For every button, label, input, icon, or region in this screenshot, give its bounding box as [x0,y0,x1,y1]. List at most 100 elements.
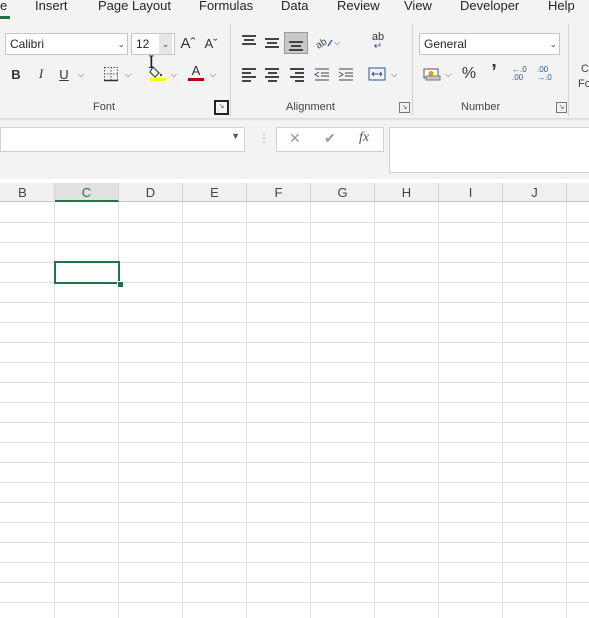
font-name-combo[interactable]: Calibri ⌄ [5,33,128,55]
svg-text:ab: ab [314,36,329,50]
italic-button[interactable]: I [29,63,53,85]
group-divider [412,24,413,116]
gridline-horizontal [0,562,589,563]
cancel-icon[interactable]: ✕ [289,130,301,147]
borders-icon [104,67,118,82]
gridline-horizontal [0,422,589,423]
font-color-swatch [188,77,204,81]
align-top-icon[interactable] [242,35,256,47]
comma-style-button[interactable]: ’ [482,61,506,83]
conditional-formatting-label-partial[interactable]: C [581,63,589,75]
enter-icon[interactable]: ✔ [324,130,336,147]
align-middle-icon[interactable] [265,38,279,50]
formula-buttons: ✕ ✔ fx [276,127,384,152]
gridline-horizontal [0,482,589,483]
chevron-down-icon[interactable]: ⌵ [125,70,131,80]
decrease-indent-button[interactable] [310,63,334,85]
merge-center-button[interactable] [365,63,389,85]
chevron-down-icon[interactable]: ⌄ [159,34,172,54]
increase-indent-button[interactable] [334,63,358,85]
gridline-vertical [310,202,311,618]
accounting-format-button[interactable] [420,63,444,85]
column-header-d[interactable]: D [119,183,183,202]
insert-function-icon[interactable]: fx [359,130,369,146]
tab-view[interactable]: View [404,0,432,13]
tab-help[interactable]: Help [548,0,575,13]
gridline-horizontal [0,582,589,583]
alignment-dialog-launcher-icon[interactable]: ↘ [399,102,410,113]
underline-button[interactable]: U [52,63,76,85]
fill-handle[interactable] [117,281,124,288]
align-bottom-button[interactable] [284,32,308,54]
number-format-combo[interactable]: General ⌄ [419,33,560,55]
number-group-label: Number [461,101,501,113]
wrap-arrow-icon: ↵ [373,41,383,52]
column-header-h[interactable]: H [375,183,439,202]
gridline-horizontal [0,602,589,603]
gridline-vertical [438,202,439,618]
tab-developer[interactable]: Developer [460,0,519,13]
ribbon-tab-bar: e Insert Page Layout Formulas Data Revie… [0,0,589,22]
column-header-b[interactable]: B [0,183,55,202]
align-left-icon[interactable] [242,68,256,84]
name-box[interactable]: ▼ [0,127,245,152]
column-header-c[interactable]: C [55,183,119,202]
align-center-icon[interactable] [265,68,279,84]
font-size-combo[interactable]: 12 ⌄ [131,33,175,55]
font-name-value: Calibri [10,37,45,51]
chevron-down-icon: ⌄ [117,39,125,49]
tab-formulas[interactable]: Formulas [199,0,253,13]
chevron-down-icon[interactable]: ⌵ [210,70,216,80]
orientation-button[interactable]: ab [312,31,336,53]
bold-button[interactable]: B [4,63,28,85]
gridline-vertical [374,202,375,618]
conditional-formatting-label-partial-2[interactable]: Fo [578,78,589,90]
formula-bar-grip-icon[interactable]: ⋮ [258,131,270,145]
formula-input[interactable] [389,127,589,173]
column-header-i[interactable]: I [439,183,503,202]
alignment-group-label: Alignment [286,101,335,113]
gridline-vertical [246,202,247,618]
font-dialog-launcher-icon[interactable]: ↘ [214,100,229,115]
decrease-decimal-button[interactable]: .00 →.0 [537,63,561,85]
gridline-vertical [182,202,183,618]
tab-home[interactable]: e [0,0,7,13]
increase-font-size-button[interactable]: Aˆ [176,32,200,54]
gridline-horizontal [0,342,589,343]
tab-insert[interactable]: Insert [35,0,68,13]
percent-style-button[interactable]: % [457,63,481,85]
tab-data[interactable]: Data [281,0,308,13]
chevron-down-icon[interactable]: ⌵ [391,70,397,80]
column-header-e[interactable]: E [183,183,247,202]
gridline-horizontal [0,222,589,223]
decrease-font-size-button[interactable]: Aˇ [199,32,223,54]
active-cell[interactable] [54,261,120,284]
tab-page-layout[interactable]: Page Layout [98,0,171,13]
merge-center-icon [368,67,386,81]
chevron-down-icon[interactable]: ⌵ [78,70,84,80]
number-dialog-launcher-icon[interactable]: ↘ [556,102,567,113]
increase-decimal-button[interactable]: ←.0 .00 [512,63,536,85]
font-color-button[interactable]: A [184,61,208,83]
gridline-horizontal [0,242,589,243]
align-right-icon[interactable] [290,68,304,84]
accounting-format-icon [423,68,441,81]
borders-button[interactable] [99,63,123,85]
active-tab-indicator [0,16,10,19]
align-bottom-icon [289,41,303,53]
column-header-f[interactable]: F [247,183,311,202]
chevron-down-icon[interactable]: ⌵ [445,70,451,80]
font-group-label: Font [93,101,116,113]
column-header-g[interactable]: G [311,183,375,202]
spreadsheet-grid[interactable]: BCDEFGHIJ [0,183,589,618]
gridline-vertical [566,202,567,618]
chevron-down-icon[interactable]: ▼ [231,131,240,141]
wrap-text-button[interactable]: ab ↵ [366,31,390,53]
tab-review[interactable]: Review [337,0,380,13]
group-divider [230,24,231,116]
chevron-down-icon[interactable]: ⌵ [334,38,340,48]
chevron-down-icon[interactable]: ⌵ [171,70,177,80]
column-header-j[interactable]: J [503,183,567,202]
increase-indent-icon [338,68,353,81]
column-header-partial[interactable] [567,183,589,202]
